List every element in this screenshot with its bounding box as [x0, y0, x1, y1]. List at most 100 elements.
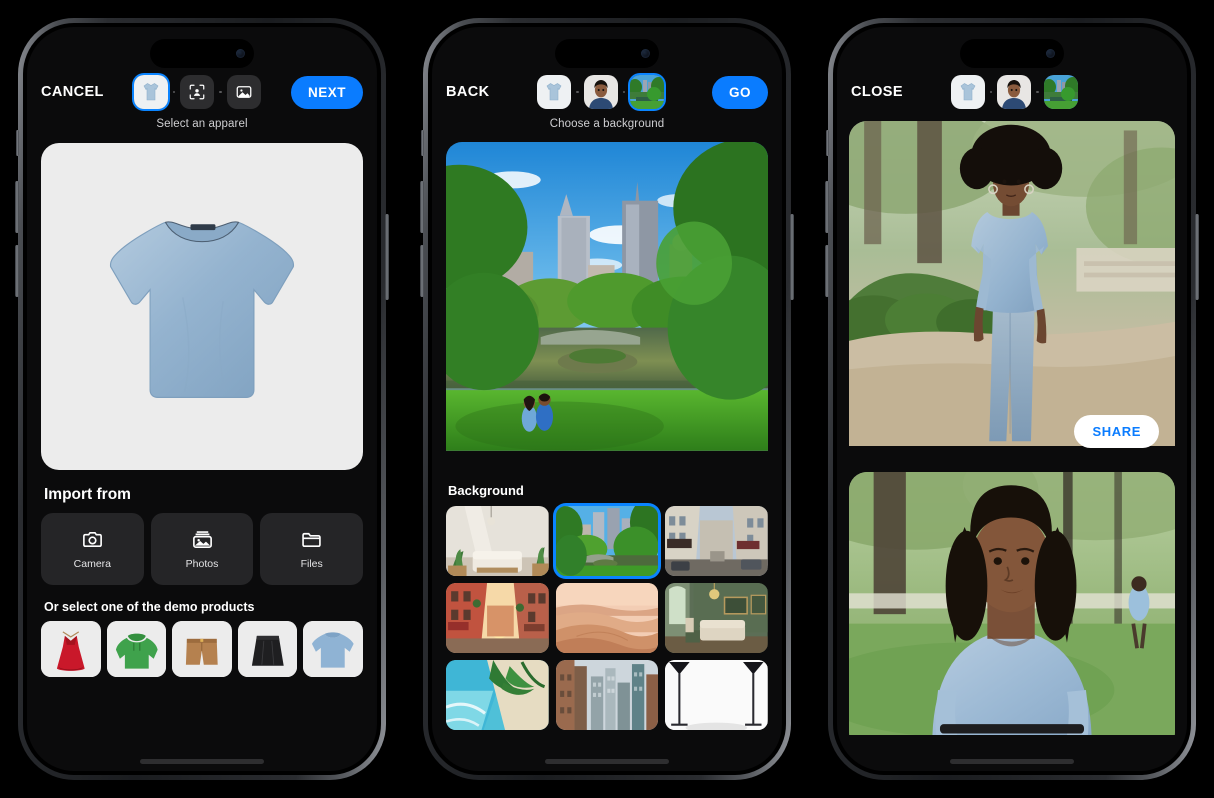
chip-separator-dot — [1036, 90, 1039, 94]
volume-down-button[interactable] — [15, 245, 19, 297]
front-camera-icon — [236, 49, 245, 58]
share-button[interactable]: SHARE — [1074, 415, 1159, 448]
bg-thumb-photo-studio-white[interactable] — [665, 660, 768, 730]
bg-thumb-green-living-room[interactable] — [665, 583, 768, 653]
chip-separator-dot — [219, 90, 222, 94]
phone-3-bezel: CLOSE SHARE — [833, 23, 1191, 775]
desert-dunes-icon — [555, 583, 659, 653]
import-files-button[interactable]: Files — [260, 513, 364, 585]
demo-product-tan-shorts[interactable] — [172, 621, 232, 677]
tropical-beach-icon — [446, 660, 549, 730]
apparel-preview-card[interactable] — [41, 143, 363, 470]
volume-up-button[interactable] — [15, 181, 19, 233]
city-skyscrapers-icon — [555, 660, 659, 730]
screenshot-stage: CANCEL NEXT Select an apparel Import fro… — [0, 0, 1214, 798]
step-chip-background[interactable] — [1043, 75, 1078, 109]
phone-3-screen: CLOSE SHARE — [837, 27, 1187, 771]
phone-select-apparel: CANCEL NEXT Select an apparel Import fro… — [15, 18, 389, 780]
home-indicator — [140, 759, 264, 764]
mute-switch[interactable] — [16, 130, 19, 156]
mute-switch[interactable] — [421, 130, 424, 156]
demo-product-blue-tshirt[interactable] — [303, 621, 363, 677]
step-chip-apparel[interactable] — [950, 75, 985, 109]
european-street-icon — [665, 506, 768, 576]
folder-icon — [302, 532, 321, 548]
bg-thumb-city-skyscrapers[interactable] — [555, 660, 659, 730]
cancel-button[interactable]: CANCEL — [41, 84, 104, 100]
phone-1-screen: CANCEL NEXT Select an apparel Import fro… — [27, 27, 377, 771]
demo-product-black-skirt[interactable] — [237, 621, 298, 677]
bg-thumb-desert-dunes[interactable] — [555, 583, 659, 653]
background-section-title: Background — [448, 483, 524, 498]
green-hoodie-icon — [106, 621, 167, 677]
black-skirt-icon — [237, 621, 298, 677]
camera-icon — [82, 531, 102, 548]
volume-down-button[interactable] — [420, 245, 424, 297]
import-camera-label: Camera — [73, 558, 112, 570]
tan-shorts-icon — [172, 621, 232, 677]
park-thumbnail-icon — [1043, 75, 1078, 109]
bg-thumb-european-street[interactable] — [665, 506, 768, 576]
step-chip-background[interactable] — [630, 75, 665, 109]
step-chips — [537, 75, 665, 109]
demo-products-row — [27, 621, 377, 677]
result-portrait-illustration — [849, 472, 1175, 736]
demo-product-red-dress[interactable] — [41, 621, 101, 677]
demo-products-title: Or select one of the demo products — [44, 600, 255, 614]
volume-down-button[interactable] — [825, 245, 829, 297]
front-camera-icon — [1046, 49, 1055, 58]
background-thumbnail-grid — [432, 506, 782, 730]
tshirt-thumbnail-icon — [133, 75, 168, 109]
phone-2-subtitle: Choose a background — [549, 118, 665, 130]
go-button[interactable]: GO — [711, 75, 768, 109]
photos-icon — [192, 531, 212, 548]
power-button[interactable] — [790, 214, 794, 300]
home-indicator — [950, 759, 1074, 764]
close-button[interactable]: CLOSE — [851, 84, 903, 100]
step-chip-model[interactable] — [583, 75, 618, 109]
phone-2-screen: BACK GO Choose a background Background — [432, 27, 782, 771]
person-scan-icon — [190, 84, 205, 100]
import-from-title: Import from — [44, 486, 131, 503]
blue-tshirt-illustration — [109, 220, 295, 398]
volume-up-button[interactable] — [825, 181, 829, 233]
step-chip-apparel[interactable] — [133, 75, 168, 109]
dynamic-island — [555, 39, 659, 68]
green-living-room-icon — [665, 583, 768, 653]
next-button[interactable]: NEXT — [290, 75, 363, 109]
step-chips — [133, 75, 261, 109]
phone-choose-background: BACK GO Choose a background Background — [420, 18, 794, 780]
living-room-light-icon — [446, 506, 549, 576]
home-indicator — [545, 759, 669, 764]
power-button[interactable] — [1195, 214, 1199, 300]
mute-switch[interactable] — [826, 130, 829, 156]
model-portrait-thumbnail-icon — [583, 75, 618, 109]
power-button[interactable] — [385, 214, 389, 300]
demo-product-green-hoodie[interactable] — [106, 621, 167, 677]
step-chip-model[interactable] — [997, 75, 1032, 109]
phone-1-bezel: CANCEL NEXT Select an apparel Import fro… — [23, 23, 381, 775]
bg-thumb-living-room-light[interactable] — [446, 506, 549, 576]
import-options-row: Camera Photos Files — [27, 513, 377, 585]
result-full-body[interactable]: SHARE — [849, 121, 1175, 464]
import-photos-button[interactable]: Photos — [150, 513, 254, 585]
background-preview[interactable] — [446, 142, 768, 468]
chip-separator-dot — [622, 90, 626, 94]
step-chip-background[interactable] — [226, 75, 261, 109]
bg-thumb-italian-street-sunset[interactable] — [446, 583, 549, 653]
step-chip-model[interactable] — [180, 75, 215, 109]
back-button[interactable]: BACK — [446, 84, 490, 100]
park-thumbnail-icon — [630, 75, 665, 109]
step-chip-apparel[interactable] — [537, 75, 572, 109]
volume-up-button[interactable] — [420, 181, 424, 233]
result-portrait[interactable] — [849, 472, 1175, 750]
blue-tshirt-thumb-icon — [303, 621, 363, 677]
bg-thumb-city-park[interactable] — [555, 506, 659, 576]
central-park-illustration — [446, 142, 768, 451]
red-dress-icon — [41, 621, 101, 677]
import-camera-button[interactable]: Camera — [41, 513, 144, 585]
tshirt-thumbnail-icon — [950, 75, 985, 109]
result-full-body-illustration — [849, 121, 1175, 447]
photo-studio-white-icon — [665, 660, 768, 730]
bg-thumb-tropical-beach[interactable] — [446, 660, 549, 730]
